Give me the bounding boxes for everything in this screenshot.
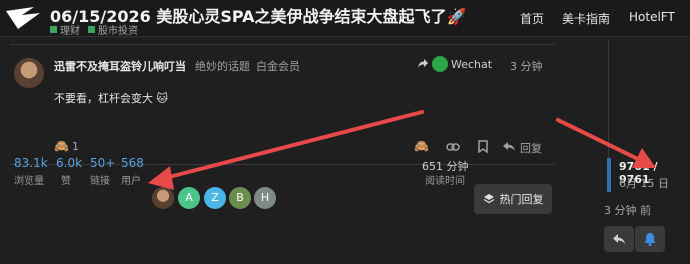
stat-users: 568 — [121, 156, 144, 170]
reply-icon — [613, 234, 625, 244]
layers-icon — [483, 194, 494, 204]
author-title: 绝妙的话题 — [195, 60, 250, 73]
category-color-icon — [88, 26, 95, 33]
site-logo-icon[interactable] — [4, 3, 44, 33]
participant-avatar[interactable]: Z — [204, 187, 226, 209]
stat-likes-label: 赞 — [61, 176, 71, 187]
tag-subcategory[interactable]: 股市投资 — [88, 22, 138, 37]
hot-replies-label: 热门回复 — [499, 193, 544, 206]
participant-avatar[interactable]: H — [254, 187, 276, 209]
participant-avatar[interactable] — [152, 187, 174, 209]
wechat-icon[interactable] — [432, 56, 448, 72]
bookmark-icon[interactable] — [477, 140, 489, 153]
share-icon[interactable] — [416, 56, 430, 70]
reply-button-side[interactable] — [604, 226, 634, 252]
participant-avatar[interactable]: B — [229, 187, 251, 209]
participant-avatar[interactable]: A — [178, 187, 200, 209]
author-avatar[interactable] — [14, 58, 44, 88]
timeline-handle[interactable] — [607, 158, 611, 192]
monkey-reaction-icon[interactable]: 🙈 — [414, 139, 429, 153]
bell-icon — [644, 233, 656, 246]
author-name[interactable]: 迅雷不及掩耳盗铃儿响叮当 — [54, 58, 186, 74]
post-body: 不要看，杠杆会变大 🐱 — [54, 92, 168, 105]
wechat-share-label[interactable]: Wechat — [451, 58, 492, 71]
read-time-label: 阅读时间 — [425, 176, 465, 187]
topic-header: 06/15/2026 美股心灵SPA之美伊战争结束大盘起飞了🚀 理财 股市投资 … — [0, 0, 690, 37]
monkey-reaction-icon[interactable]: 🙈 — [54, 139, 69, 153]
author-badge: 白金会员 — [256, 60, 300, 73]
category-color-icon — [50, 26, 57, 33]
tag-label: 理财 — [60, 26, 80, 37]
stat-views: 83.1k — [14, 156, 48, 170]
nav-home[interactable]: 首页 — [520, 10, 544, 27]
reaction-count[interactable]: 1 — [72, 140, 79, 153]
post-time[interactable]: 3 分钟 — [510, 58, 543, 74]
tag-category[interactable]: 理财 — [50, 22, 80, 37]
stat-views-label: 浏览量 — [14, 176, 44, 187]
stat-links-label: 链接 — [90, 176, 110, 187]
annotation-arrows — [148, 110, 656, 190]
reply-icon[interactable] — [502, 141, 516, 152]
link-icon[interactable] — [446, 141, 460, 153]
timeline-date: 6月 15 日 — [619, 177, 669, 190]
nav-card-guide[interactable]: 美卡指南 — [562, 10, 610, 27]
topic-tags: 理财 股市投资 — [50, 22, 138, 37]
hot-replies-button[interactable]: 热门回复 — [474, 184, 552, 214]
reply-button[interactable]: 回复 — [520, 140, 542, 156]
tag-label: 股市投资 — [98, 26, 138, 37]
stat-likes: 6.0k — [56, 156, 83, 170]
timeline-last-reply[interactable]: 3 分钟 前 — [604, 202, 651, 218]
annotation-arrow — [148, 110, 424, 190]
stat-users-label: 用户 — [121, 176, 141, 187]
stat-links[interactable]: 50+ — [90, 156, 115, 170]
post-divider — [10, 44, 555, 45]
notification-button[interactable] — [635, 226, 665, 252]
nav-hotelft[interactable]: HotelFT — [629, 10, 675, 24]
